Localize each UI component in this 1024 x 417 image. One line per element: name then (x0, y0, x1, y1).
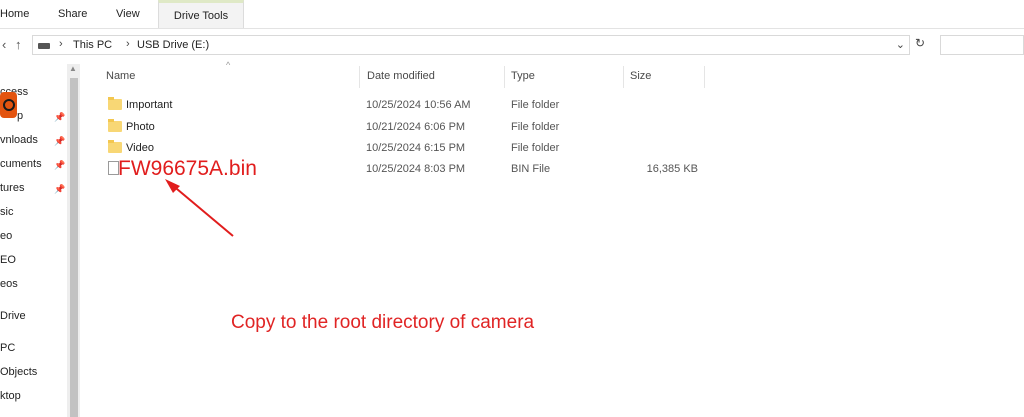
annotation-instruction: Copy to the root directory of camera (231, 312, 535, 333)
annotation-arrow-icon (165, 179, 234, 237)
